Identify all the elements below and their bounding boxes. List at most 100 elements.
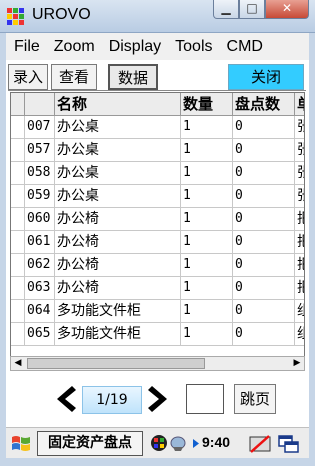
header-cell-name[interactable]: 名称 bbox=[55, 93, 181, 116]
row-index-cell bbox=[11, 208, 25, 231]
count-cell: 0 bbox=[233, 323, 295, 346]
qty-cell: 1 bbox=[181, 139, 233, 162]
qty-cell: 1 bbox=[181, 208, 233, 231]
table-row[interactable]: 065多功能文件柜10组 bbox=[11, 323, 304, 346]
menu-cmd[interactable]: CMD bbox=[227, 38, 263, 56]
header-cell-qty[interactable]: 数量 bbox=[181, 93, 233, 116]
app-icon bbox=[7, 8, 24, 25]
row-index-cell bbox=[11, 185, 25, 208]
qty-cell: 1 bbox=[181, 231, 233, 254]
maximize-icon: □ bbox=[246, 1, 258, 15]
id-cell: 064 bbox=[25, 300, 55, 323]
minimize-button[interactable]: ▁ bbox=[213, 0, 239, 19]
menu-tools[interactable]: Tools bbox=[175, 38, 212, 56]
row-index-cell bbox=[11, 300, 25, 323]
tray-arrow-icon[interactable] bbox=[193, 439, 199, 448]
unit-cell: 把 bbox=[295, 208, 304, 231]
keyboard-disabled-icon[interactable] bbox=[249, 434, 271, 454]
unit-cell: 组 bbox=[295, 323, 304, 346]
name-cell: 办公桌 bbox=[55, 116, 181, 139]
close-window-button[interactable]: ✕ bbox=[265, 0, 309, 19]
header-cell-id bbox=[25, 93, 55, 116]
page-number-input[interactable] bbox=[186, 384, 224, 414]
name-cell: 办公椅 bbox=[55, 208, 181, 231]
row-index-cell bbox=[11, 277, 25, 300]
header-cell-count[interactable]: 盘点数 bbox=[233, 93, 295, 116]
table-row[interactable]: 059办公桌10张 bbox=[11, 185, 304, 208]
table-row[interactable]: 064多功能文件柜10组 bbox=[11, 300, 304, 323]
row-index-cell bbox=[11, 254, 25, 277]
table-row[interactable]: 063办公椅10把 bbox=[11, 277, 304, 300]
table-row[interactable]: 057办公桌10张 bbox=[11, 139, 304, 162]
id-cell: 063 bbox=[25, 277, 55, 300]
menu-display[interactable]: Display bbox=[109, 38, 161, 56]
scroll-right-icon[interactable]: ▶ bbox=[290, 357, 304, 370]
name-cell: 多功能文件柜 bbox=[55, 323, 181, 346]
windows-switch-icon[interactable] bbox=[278, 434, 300, 454]
id-cell: 059 bbox=[25, 185, 55, 208]
unit-cell: 把 bbox=[295, 254, 304, 277]
id-cell: 065 bbox=[25, 323, 55, 346]
name-cell: 多功能文件柜 bbox=[55, 300, 181, 323]
close-button[interactable]: 关闭 bbox=[228, 64, 304, 90]
maximize-button[interactable]: □ bbox=[239, 0, 265, 19]
id-cell: 058 bbox=[25, 162, 55, 185]
unit-cell: 张 bbox=[295, 185, 304, 208]
table-row[interactable]: 060办公椅10把 bbox=[11, 208, 304, 231]
table-row[interactable]: 061办公椅10把 bbox=[11, 231, 304, 254]
tab-divider bbox=[8, 90, 306, 91]
count-cell: 0 bbox=[233, 185, 295, 208]
qty-cell: 1 bbox=[181, 323, 233, 346]
qty-cell: 1 bbox=[181, 162, 233, 185]
tab-entry[interactable]: 录入 bbox=[8, 64, 48, 90]
count-cell: 0 bbox=[233, 231, 295, 254]
row-index-cell bbox=[11, 139, 25, 162]
header-cell-index bbox=[11, 93, 25, 116]
count-cell: 0 bbox=[233, 254, 295, 277]
prev-page-icon[interactable] bbox=[54, 385, 76, 413]
header-cell-unit[interactable]: 单 bbox=[295, 93, 304, 116]
start-flag-icon[interactable] bbox=[11, 434, 31, 453]
scroll-left-icon[interactable]: ◀ bbox=[11, 357, 25, 370]
qty-cell: 1 bbox=[181, 300, 233, 323]
tab-view[interactable]: 查看 bbox=[51, 64, 97, 90]
taskbar-app-button[interactable]: 固定资产盘点 bbox=[37, 431, 143, 456]
qty-cell: 1 bbox=[181, 254, 233, 277]
page-indicator: 1/19 bbox=[82, 386, 142, 414]
name-cell: 办公椅 bbox=[55, 277, 181, 300]
minimize-icon: ▁ bbox=[221, 1, 231, 15]
id-cell: 007 bbox=[25, 116, 55, 139]
count-cell: 0 bbox=[233, 208, 295, 231]
table-row[interactable]: 058办公桌10张 bbox=[11, 162, 304, 185]
menu-zoom[interactable]: Zoom bbox=[54, 38, 95, 56]
count-cell: 0 bbox=[233, 277, 295, 300]
qty-cell: 1 bbox=[181, 116, 233, 139]
main-content: 录入 查看 数据 关闭 名称 数量 盘点数 单 007办公桌10张057办公桌1… bbox=[6, 60, 309, 458]
frame-right bbox=[309, 60, 315, 458]
unit-cell: 把 bbox=[295, 231, 304, 254]
taskbar: 固定资产盘点 9:40 bbox=[6, 427, 309, 458]
menu-file[interactable]: File bbox=[14, 38, 40, 56]
data-grid[interactable]: 名称 数量 盘点数 单 007办公桌10张057办公桌10张058办公桌10张0… bbox=[10, 92, 305, 370]
id-cell: 060 bbox=[25, 208, 55, 231]
name-cell: 办公椅 bbox=[55, 231, 181, 254]
tab-data[interactable]: 数据 bbox=[108, 64, 158, 90]
connection-icon[interactable] bbox=[170, 434, 192, 452]
jump-page-button[interactable]: 跳页 bbox=[234, 384, 276, 414]
tray-app-icon[interactable] bbox=[150, 434, 168, 452]
row-index-cell bbox=[11, 116, 25, 139]
table-row[interactable]: 062办公椅10把 bbox=[11, 254, 304, 277]
count-cell: 0 bbox=[233, 162, 295, 185]
horizontal-scrollbar[interactable]: ◀ ▶ bbox=[10, 356, 305, 371]
id-cell: 062 bbox=[25, 254, 55, 277]
unit-cell: 把 bbox=[295, 277, 304, 300]
row-index-cell bbox=[11, 162, 25, 185]
close-icon: ✕ bbox=[281, 1, 293, 15]
id-cell: 057 bbox=[25, 139, 55, 162]
scroll-thumb[interactable] bbox=[27, 358, 205, 369]
table-row[interactable]: 007办公桌10张 bbox=[11, 116, 304, 139]
name-cell: 办公桌 bbox=[55, 139, 181, 162]
name-cell: 办公桌 bbox=[55, 185, 181, 208]
next-page-icon[interactable] bbox=[148, 385, 170, 413]
name-cell: 办公桌 bbox=[55, 162, 181, 185]
